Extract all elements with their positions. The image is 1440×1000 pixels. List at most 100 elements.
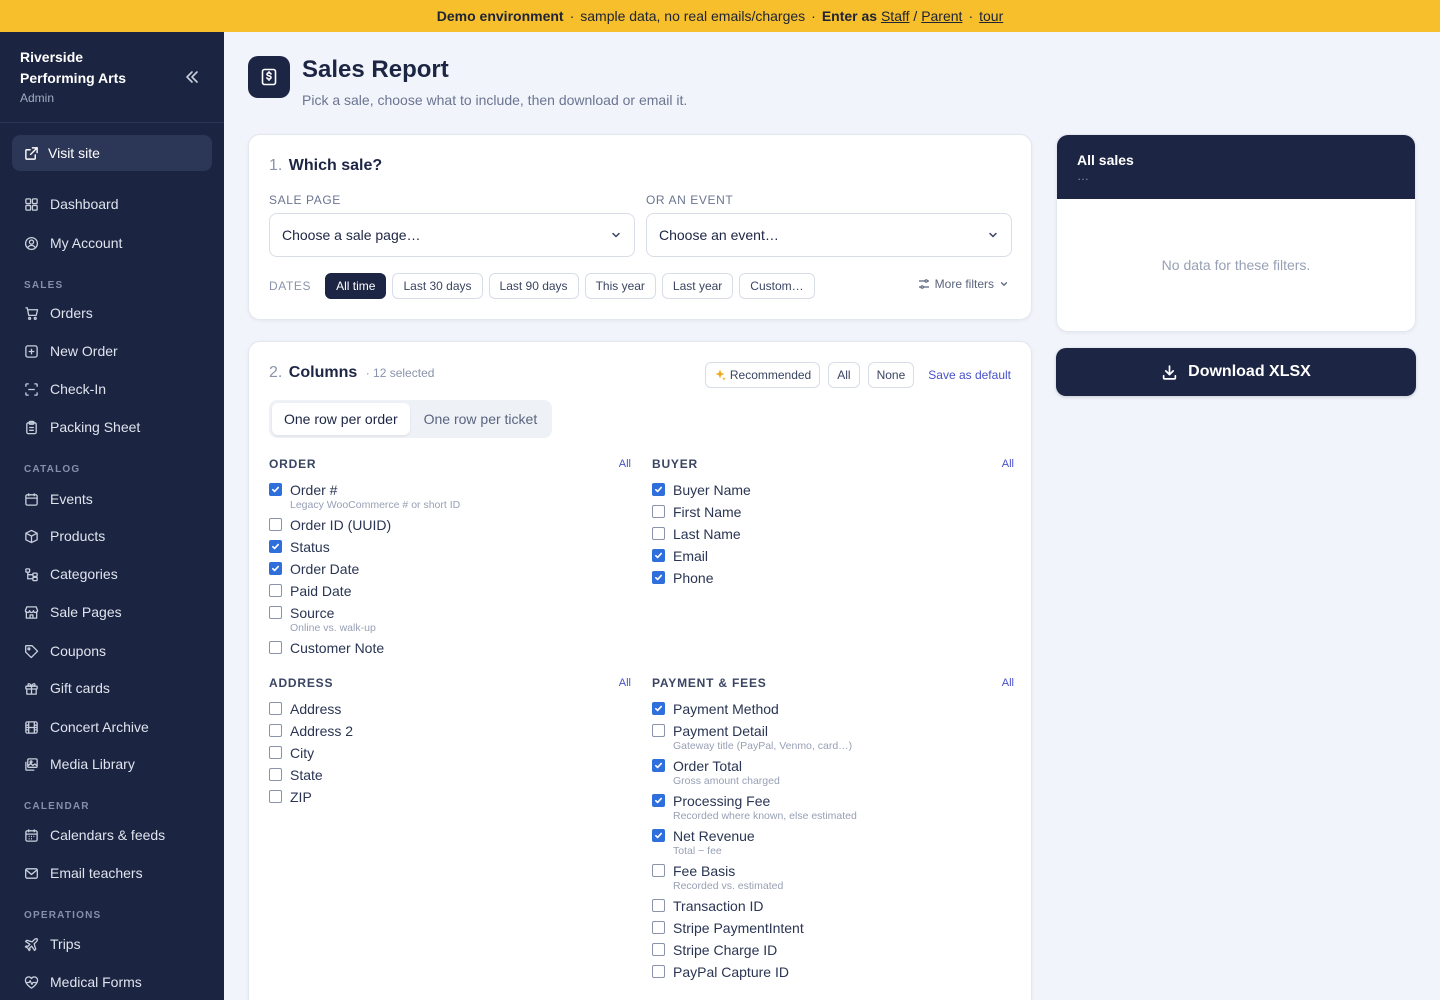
column-option[interactable]: State xyxy=(269,766,631,784)
sidebar-item-label: Check-In xyxy=(50,381,107,397)
column-option[interactable]: City xyxy=(269,744,631,762)
date-chip-this-year[interactable]: This year xyxy=(584,273,656,299)
column-option[interactable]: Stripe PaymentIntent xyxy=(652,919,1014,937)
checkbox-checked[interactable] xyxy=(652,702,665,715)
checkbox[interactable] xyxy=(652,921,665,934)
checkbox[interactable] xyxy=(652,527,665,540)
checkbox[interactable] xyxy=(269,584,282,597)
column-option[interactable]: Fee Basis Recorded vs. estimated xyxy=(652,862,1014,893)
checkbox[interactable] xyxy=(652,965,665,978)
enter-as-parent-link[interactable]: Parent xyxy=(921,8,962,24)
event-select[interactable]: Choose an event… xyxy=(646,213,1012,257)
collapse-sidebar-button[interactable] xyxy=(180,66,204,88)
sidebar-item-sale-pages[interactable]: Sale Pages xyxy=(12,595,212,629)
column-option[interactable]: First Name xyxy=(652,503,1014,521)
enter-as-staff-link[interactable]: Staff xyxy=(881,8,910,24)
column-option[interactable]: Order ID (UUID) xyxy=(269,516,631,534)
sidebar-item-packing-sheet[interactable]: Packing Sheet xyxy=(12,410,212,444)
checkbox[interactable] xyxy=(269,768,282,781)
column-option[interactable]: Payment Method xyxy=(652,700,1014,718)
column-option[interactable]: Transaction ID xyxy=(652,897,1014,915)
sidebar-item-categories[interactable]: Categories xyxy=(12,557,212,591)
checkbox-checked[interactable] xyxy=(652,549,665,562)
checkbox[interactable] xyxy=(269,746,282,759)
column-option[interactable]: Address 2 xyxy=(269,722,631,740)
column-option[interactable]: Order Total Gross amount charged xyxy=(652,757,1014,788)
column-option[interactable]: ZIP xyxy=(269,788,631,806)
visit-site-button[interactable]: Visit site xyxy=(12,135,212,171)
checkbox[interactable] xyxy=(269,790,282,803)
column-option[interactable]: Status xyxy=(269,538,631,556)
sidebar-item-trips[interactable]: Trips xyxy=(12,927,212,961)
sidebar-item-products[interactable]: Products xyxy=(12,519,212,553)
checkbox-checked[interactable] xyxy=(269,540,282,553)
sidebar-item-my-account[interactable]: My Account xyxy=(12,226,212,260)
date-chip-custom[interactable]: Custom… xyxy=(739,273,815,299)
nav-section-operations: OPERATIONS xyxy=(24,910,102,921)
group-all-link[interactable]: All xyxy=(619,458,631,470)
sale-page-select[interactable]: Choose a sale page… xyxy=(269,213,635,257)
column-option[interactable]: Email xyxy=(652,547,1014,565)
checkbox-checked[interactable] xyxy=(652,483,665,496)
column-option[interactable]: Order # Legacy WooCommerce # or short ID xyxy=(269,481,631,512)
date-chip-last-90-days[interactable]: Last 90 days xyxy=(488,273,579,299)
checkbox-checked[interactable] xyxy=(269,562,282,575)
save-as-default-button[interactable]: Save as default xyxy=(928,368,1011,382)
sidebar-item-gift-cards[interactable]: Gift cards xyxy=(12,671,212,705)
checkbox[interactable] xyxy=(269,606,282,619)
sidebar-item-media-library[interactable]: Media Library xyxy=(12,747,212,781)
checkbox[interactable] xyxy=(652,864,665,877)
more-filters-button[interactable]: More filters xyxy=(918,277,1009,291)
checkbox[interactable] xyxy=(269,641,282,654)
column-option[interactable]: Address xyxy=(269,700,631,718)
row-mode-per-ticket[interactable]: One row per ticket xyxy=(412,403,550,435)
column-option[interactable]: Payment Detail Gateway title (PayPal, Ven… xyxy=(652,722,1014,753)
date-chip-all-time[interactable]: All time xyxy=(325,273,387,299)
date-chip-last-year[interactable]: Last year xyxy=(661,273,734,299)
checkbox-checked[interactable] xyxy=(652,794,665,807)
column-option[interactable]: Net Revenue Total − fee xyxy=(652,827,1014,858)
sidebar-item-orders[interactable]: Orders xyxy=(12,296,212,330)
sidebar-item-calendars-feeds[interactable]: Calendars & feeds xyxy=(12,818,212,852)
sidebar-item-concert-archive[interactable]: Concert Archive xyxy=(12,710,212,744)
select-all-button[interactable]: All xyxy=(828,362,860,388)
sidebar-item-events[interactable]: Events xyxy=(12,482,212,516)
select-none-button[interactable]: None xyxy=(867,362,915,388)
checkbox[interactable] xyxy=(269,518,282,531)
sidebar-item-dashboard[interactable]: Dashboard xyxy=(12,187,212,221)
download-xlsx-button[interactable]: Download XLSX xyxy=(1056,348,1416,396)
checkbox-checked[interactable] xyxy=(652,571,665,584)
column-option[interactable]: Source Online vs. walk-up xyxy=(269,604,631,635)
option-hint: Legacy WooCommerce # or short ID xyxy=(290,499,461,511)
column-option[interactable]: Last Name xyxy=(652,525,1014,543)
checkbox[interactable] xyxy=(269,724,282,737)
sidebar-item-new-order[interactable]: New Order xyxy=(12,334,212,368)
recommended-button[interactable]: Recommended xyxy=(704,362,821,388)
checkbox[interactable] xyxy=(269,702,282,715)
row-mode-per-order[interactable]: One row per order xyxy=(272,403,410,435)
column-option[interactable]: Order Date xyxy=(269,560,631,578)
column-option[interactable]: Processing Fee Recorded where known, else… xyxy=(652,792,1014,823)
checkbox[interactable] xyxy=(652,505,665,518)
group-all-link[interactable]: All xyxy=(619,677,631,689)
sidebar-item-check-in[interactable]: Check-In xyxy=(12,372,212,406)
checkbox[interactable] xyxy=(652,899,665,912)
checkbox-checked[interactable] xyxy=(269,483,282,496)
column-option[interactable]: Paid Date xyxy=(269,582,631,600)
column-option[interactable]: Stripe Charge ID xyxy=(652,941,1014,959)
sidebar-item-email-teachers[interactable]: Email teachers xyxy=(12,856,212,890)
column-option[interactable]: PayPal Capture ID xyxy=(652,963,1014,981)
date-chip-last-30-days[interactable]: Last 30 days xyxy=(392,273,483,299)
group-all-link[interactable]: All xyxy=(1002,677,1014,689)
checkbox-checked[interactable] xyxy=(652,759,665,772)
column-option[interactable]: Phone xyxy=(652,569,1014,587)
checkbox[interactable] xyxy=(652,943,665,956)
column-option[interactable]: Customer Note xyxy=(269,639,631,657)
group-all-link[interactable]: All xyxy=(1002,458,1014,470)
checkbox[interactable] xyxy=(652,724,665,737)
checkbox-checked[interactable] xyxy=(652,829,665,842)
sidebar-item-coupons[interactable]: Coupons xyxy=(12,634,212,668)
tour-link[interactable]: tour xyxy=(979,8,1003,24)
column-option[interactable]: Buyer Name xyxy=(652,481,1014,499)
sidebar-item-medical-forms[interactable]: Medical Forms xyxy=(12,965,212,999)
